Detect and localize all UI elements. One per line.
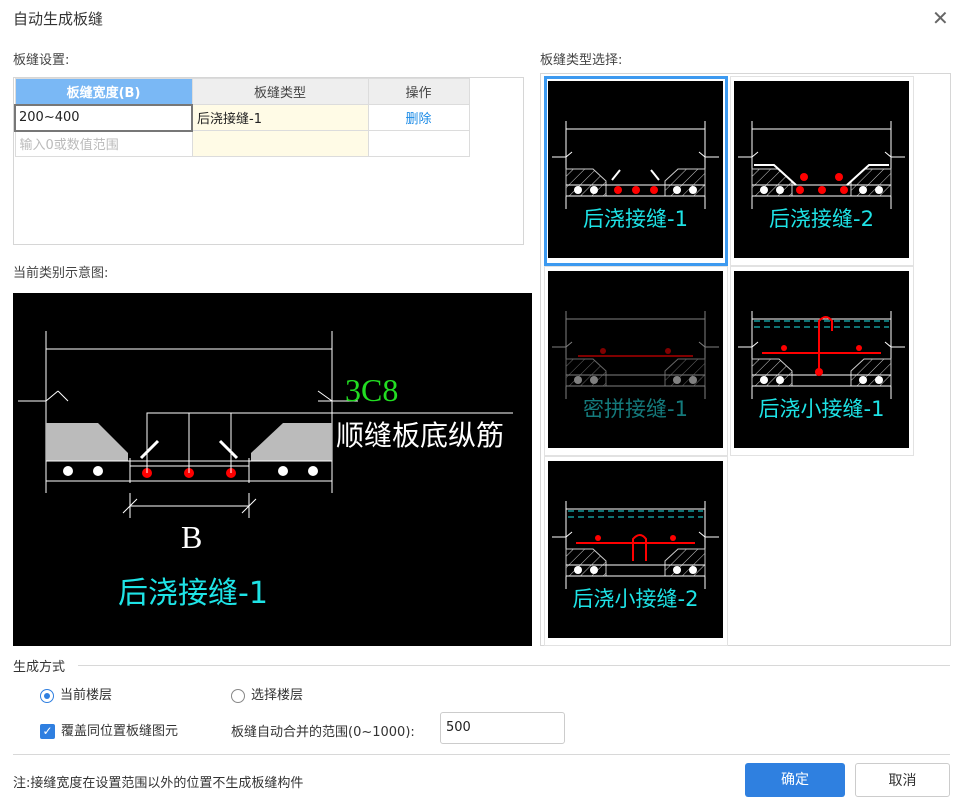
type-option-small-post-cast-2[interactable]: 后浇小接缝-2 (544, 456, 728, 646)
dialog-title: 自动生成板缝 (13, 10, 104, 28)
table-row: 200~400 后浇接缝-1 删除 (14, 103, 470, 132)
type-option-label: 密拼接缝-1 (583, 397, 688, 421)
preview-label: 当前类别示意图: (13, 266, 109, 281)
cancel-button[interactable]: 取消 (855, 763, 950, 797)
merge-range-label: 板缝自动合并的范围(0~1000): (231, 725, 415, 740)
type-option-post-cast-2[interactable]: 后浇接缝-2 (730, 76, 914, 266)
type-option-label: 后浇小接缝-1 (758, 397, 885, 421)
rebar-desc-text: 顺缝板底纵筋 (336, 419, 504, 452)
radio-label: 选择楼层 (251, 688, 304, 703)
dimension-line (122, 493, 257, 518)
type-option-label: 后浇接缝-1 (583, 207, 688, 231)
divider (13, 754, 950, 755)
left-precast-slab (46, 423, 128, 461)
override-checkbox[interactable]: ✓ 覆盖同位置板缝图元 (40, 720, 178, 739)
radio-select-floor[interactable]: 选择楼层 (231, 684, 303, 703)
type-cell[interactable]: 后浇接缝-1 (191, 104, 369, 131)
divider (78, 665, 950, 666)
type-option-small-post-cast-1[interactable]: 后浇小接缝-1 (730, 266, 914, 456)
delete-link[interactable]: 删除 (367, 104, 470, 131)
new-type-cell[interactable] (191, 130, 369, 157)
type-option-label: 后浇小接缝-2 (572, 587, 699, 611)
preview-diagram: 3C8 顺缝板底纵筋 B 后浇接缝-1 (13, 293, 532, 646)
generate-section-label: 生成方式 (13, 660, 66, 675)
new-width-input[interactable]: 输入0或数值范围 (14, 130, 193, 157)
type-option-label: 后浇接缝-2 (769, 207, 874, 231)
column-header-action: 操作 (367, 78, 470, 105)
type-select-label: 板缝类型选择: (540, 53, 623, 68)
radio-selected-icon[interactable] (40, 688, 54, 703)
type-option-post-cast-1[interactable]: 后浇接缝-1 (544, 76, 728, 266)
column-header-type[interactable]: 板缝类型 (191, 78, 369, 105)
close-icon[interactable]: ✕ (932, 6, 949, 30)
checkmark-icon[interactable]: ✓ (40, 724, 55, 739)
radio-unselected-icon[interactable] (231, 688, 245, 703)
joint-diagram: 3C8 顺缝板底纵筋 B 后浇接缝-1 (18, 331, 513, 611)
dimension-text: B (181, 519, 202, 555)
rebar-count-text: 3C8 (345, 372, 398, 408)
new-row: 输入0或数值范围 (14, 130, 470, 157)
ok-button[interactable]: 确定 (745, 763, 845, 797)
type-option-tight-joint-1[interactable]: 密拼接缝-1 (544, 266, 728, 456)
note-text: 注:接缝宽度在设置范围以外的位置不生成板缝构件 (13, 776, 304, 791)
width-cell-input[interactable]: 200~400 (14, 103, 193, 132)
new-action-cell (367, 130, 470, 157)
settings-table-container: 板缝宽度(B) 板缝类型 操作 200~400 后浇接缝-1 删除 输入0或数值… (13, 77, 524, 245)
radio-label: 当前楼层 (60, 688, 113, 703)
settings-table: 板缝宽度(B) 板缝类型 操作 200~400 后浇接缝-1 删除 输入0或数值… (14, 78, 470, 157)
column-header-width[interactable]: 板缝宽度(B) (14, 78, 193, 105)
settings-label: 板缝设置: (13, 53, 70, 68)
break-symbol (18, 390, 358, 402)
checkbox-label: 覆盖同位置板缝图元 (61, 724, 179, 739)
type-grid: 后浇接缝-1 后浇接缝-2 密拼接缝-1 后浇小接缝-1 后浇小接缝-2 (540, 73, 951, 646)
merge-range-input[interactable]: 500 (440, 712, 565, 744)
right-precast-slab (251, 423, 332, 461)
radio-current-floor[interactable]: 当前楼层 (40, 684, 112, 703)
preview-name-text: 后浇接缝-1 (118, 576, 268, 611)
